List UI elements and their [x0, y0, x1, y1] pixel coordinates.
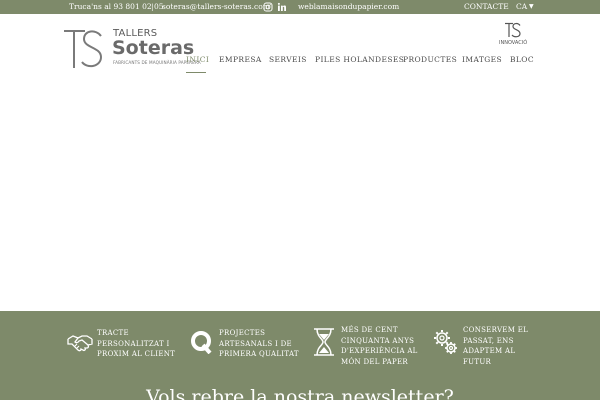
- caret-down-icon[interactable]: ▼: [529, 2, 534, 12]
- contact-link[interactable]: CONTACTE: [464, 2, 509, 12]
- nav-item-imatges[interactable]: IMATGES: [462, 55, 502, 65]
- feature-line: PROJECTES: [219, 329, 266, 337]
- feature-line: MÉS DE CENT: [341, 326, 398, 334]
- nav-active-underline: [186, 72, 206, 73]
- feature-line: PERSONALITZAT I: [97, 339, 170, 348]
- feature-line: CINQUANTA ANYS: [341, 336, 415, 345]
- gears-icon: [434, 330, 457, 354]
- feature-text-personal: TRACTE PERSONALITZAT I PROXIM AL CLIENT: [97, 328, 197, 360]
- newsletter-title: Vols rebre la nostra newsletter?: [146, 386, 454, 408]
- nav-item-serveis[interactable]: SERVEIS: [269, 55, 307, 65]
- feature-line: MÓN DEL PAPER: [341, 357, 408, 366]
- nav-item-productes[interactable]: PRODUCTES: [403, 55, 457, 65]
- feature-line: PROXIM AL CLIENT: [97, 350, 176, 358]
- instagram-icon[interactable]: [263, 2, 273, 12]
- language-selector[interactable]: CA: [516, 2, 527, 12]
- hourglass-icon: [314, 328, 334, 356]
- top-bar: Truca'ns al 93 801 02 05 | soteras@talle…: [0, 0, 600, 14]
- feature-text-futur: CONSERVEM EL PASSAT, ENS ADAPTEM AL FUTU…: [463, 325, 563, 367]
- nav-item-piles-holandeses[interactable]: PILES HOLANDESES: [315, 55, 404, 65]
- feature-line: ARTESANALS I DE: [219, 339, 292, 348]
- feature-line: PASSAT, ENS: [463, 336, 514, 345]
- handshake-icon: [67, 335, 93, 352]
- phone-link[interactable]: Truca'ns al 93 801 02 05: [69, 2, 164, 12]
- feature-line: D'EXPERIÈNCIA AL: [341, 347, 418, 355]
- feature-text-experiencia: MÉS DE CENT CINQUANTA ANYS D'EXPERIÈNCIA…: [341, 325, 441, 367]
- feature-line: TRACTE: [97, 329, 129, 337]
- nav-item-empresa[interactable]: EMPRESA: [219, 55, 262, 65]
- website-link[interactable]: weblamaisondupapier.com: [298, 2, 399, 12]
- main-nav: INICI EMPRESA SERVEIS PILES HOLANDESES P…: [0, 55, 600, 75]
- separator: |: [151, 2, 154, 11]
- innovacio-logo-icon[interactable]: [504, 22, 522, 38]
- feature-line: FUTUR: [463, 357, 492, 366]
- nav-item-inici[interactable]: INICI: [186, 55, 209, 65]
- email-link[interactable]: soteras@tallers-soteras.com: [162, 2, 270, 12]
- feature-line: CONSERVEM EL: [463, 326, 529, 334]
- feature-line: ADAPTEM AL: [463, 347, 516, 355]
- innovacio-label[interactable]: INNOVACIÓ: [499, 40, 527, 46]
- feature-text-projectes: PROJECTES ARTESANALS I DE PRIMERA QUALIT…: [219, 328, 319, 360]
- feature-line: PRIMERA QUALITAT: [219, 350, 299, 358]
- nav-item-bloc[interactable]: BLOC: [510, 55, 534, 65]
- linkedin-icon[interactable]: [277, 2, 287, 12]
- q-icon: [191, 331, 212, 354]
